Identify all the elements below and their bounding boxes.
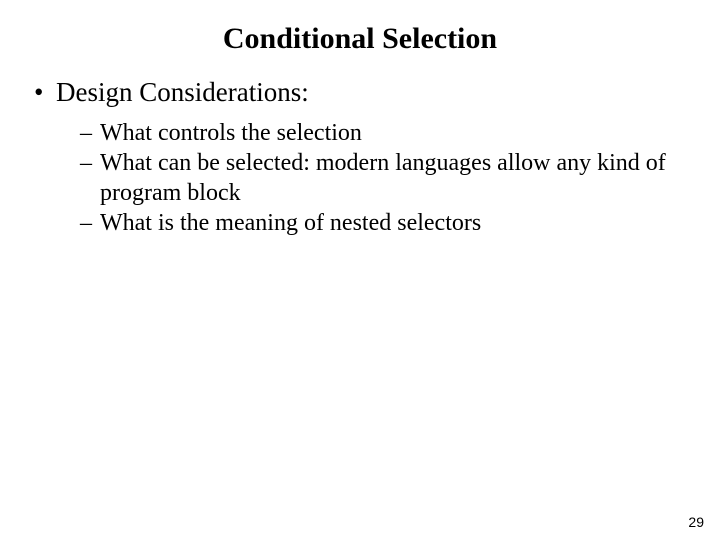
list-item: – What controls the selection [30,118,690,148]
l2-text: What can be selected: modern languages a… [100,150,666,206]
list-item: • Design Considerations: [30,76,690,110]
page-number: 29 [688,514,704,530]
list-item: – What is the meaning of nested selector… [30,208,690,238]
dash-icon: – [80,118,92,148]
list-item: – What can be selected: modern languages… [30,148,690,208]
l1-text: Design Considerations: [56,77,309,107]
bullet-icon: • [34,76,43,110]
l2-text: What controls the selection [100,120,362,146]
slide-body: • Design Considerations: – What controls… [0,66,720,238]
slide: Conditional Selection • Design Considera… [0,0,720,540]
l2-text: What is the meaning of nested selectors [100,210,481,236]
dash-icon: – [80,148,92,178]
dash-icon: – [80,208,92,238]
slide-title: Conditional Selection [0,0,720,66]
